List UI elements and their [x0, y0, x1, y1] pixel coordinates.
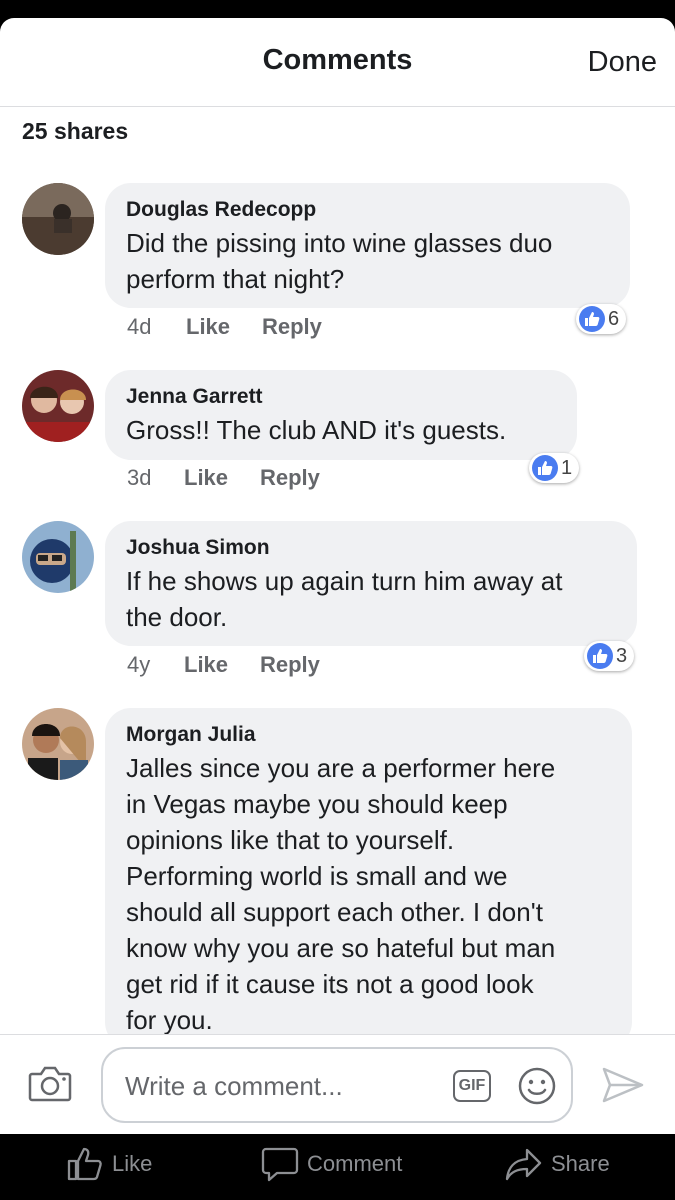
- thumbs-up-icon: [67, 1147, 102, 1181]
- reply-link[interactable]: Reply: [260, 465, 320, 491]
- thumbs-up-icon: [587, 643, 613, 669]
- tab-share-label: Share: [551, 1151, 610, 1176]
- tab-comment[interactable]: Comment: [261, 1146, 402, 1182]
- thumbs-up-icon: [532, 455, 558, 481]
- reaction-count[interactable]: 6: [576, 304, 627, 334]
- comment-text-line: Did the pissing into wine glasses duo: [126, 228, 553, 258]
- avatar[interactable]: [22, 521, 94, 593]
- comment-text: Gross!! The club AND it's guests.: [126, 412, 557, 448]
- avatar[interactable]: [22, 370, 94, 442]
- reaction-number: 3: [616, 644, 628, 667]
- comment-text-line: know why you are so hateful but man: [126, 933, 556, 963]
- tab-like-label: Like: [112, 1151, 153, 1176]
- comment-bubble[interactable]: Jenna Garrett Gross!! The club AND it's …: [105, 370, 577, 460]
- comment-time: 4y: [127, 652, 151, 677]
- reaction-count[interactable]: 3: [584, 641, 635, 671]
- reaction-number: 6: [608, 307, 620, 330]
- comment-text-line: should all support each other. I don't: [126, 897, 543, 927]
- comment-author[interactable]: Joshua Simon: [126, 535, 617, 561]
- comment-author[interactable]: Jenna Garrett: [126, 384, 557, 410]
- comment-bubble[interactable]: Douglas Redecopp Did the pissing into wi…: [105, 183, 630, 308]
- reply-link[interactable]: Reply: [262, 314, 322, 340]
- emoji-icon[interactable]: [517, 1066, 557, 1111]
- comment-text-line: Jalles since you are a performer here: [126, 753, 556, 783]
- tab-comment-label: Comment: [307, 1151, 403, 1176]
- like-link[interactable]: Like: [184, 652, 228, 678]
- comment-text-line: Gross!! The club AND it's guests.: [126, 415, 507, 445]
- comment-text: Did the pissing into wine glasses duo pe…: [126, 225, 610, 297]
- like-link[interactable]: Like: [184, 465, 228, 491]
- done-button[interactable]: Done: [588, 46, 657, 79]
- shares-count[interactable]: 25 shares: [22, 118, 128, 145]
- comment-text: Jalles since you are a performer here in…: [126, 750, 612, 1038]
- comment-bubble[interactable]: Morgan Julia Jalles since you are a perf…: [105, 708, 632, 1048]
- comment-text-line: perform that night?: [126, 264, 345, 294]
- comment-placeholder: Write a comment...: [125, 1071, 343, 1101]
- reply-link[interactable]: Reply: [260, 652, 320, 678]
- comment-text-line: If he shows up again turn him away at: [126, 566, 563, 596]
- comment-text-line: in Vegas maybe you should keep: [126, 789, 508, 819]
- comment-text-line: opinions like that to yourself.: [126, 825, 455, 855]
- comment-time: 3d: [127, 465, 152, 490]
- tab-like[interactable]: Like: [66, 1146, 152, 1182]
- comment-bubble[interactable]: Joshua Simon If he shows up again turn h…: [105, 521, 637, 646]
- avatar[interactable]: [22, 183, 94, 255]
- comments-sheet: Comments Done 25 shares Douglas Redecopp…: [0, 18, 675, 1134]
- share-arrow-icon: [505, 1148, 542, 1181]
- bottom-tabbar: Like Comment Share: [0, 1134, 675, 1200]
- page-title: Comments: [262, 44, 413, 76]
- comment-author[interactable]: Morgan Julia: [126, 722, 612, 748]
- like-link[interactable]: Like: [186, 314, 230, 340]
- avatar[interactable]: [22, 708, 94, 780]
- comment-time: 4d: [127, 314, 152, 339]
- reaction-number: 1: [561, 456, 573, 479]
- comment-input[interactable]: Write a comment... GIF: [101, 1047, 573, 1123]
- tab-share[interactable]: Share: [505, 1146, 610, 1182]
- comment-author[interactable]: Douglas Redecopp: [126, 197, 610, 223]
- comment-text-line: Performing world is small and we: [126, 861, 508, 891]
- thumbs-up-icon: [579, 306, 605, 332]
- comment-text: If he shows up again turn him away at th…: [126, 563, 617, 635]
- send-icon[interactable]: [601, 1065, 645, 1110]
- comment-text-line: get rid if it cause its not a good look: [126, 969, 534, 999]
- reaction-count[interactable]: 1: [529, 453, 580, 483]
- comment-text-line: for you.: [126, 1005, 213, 1035]
- camera-icon[interactable]: [28, 1065, 72, 1108]
- comment-text-line: the door.: [126, 602, 228, 632]
- gif-icon[interactable]: GIF: [453, 1070, 491, 1102]
- comments-header: Comments Done: [0, 18, 675, 107]
- comment-composer: Write a comment... GIF: [0, 1034, 675, 1134]
- speech-bubble-icon: [261, 1147, 299, 1182]
